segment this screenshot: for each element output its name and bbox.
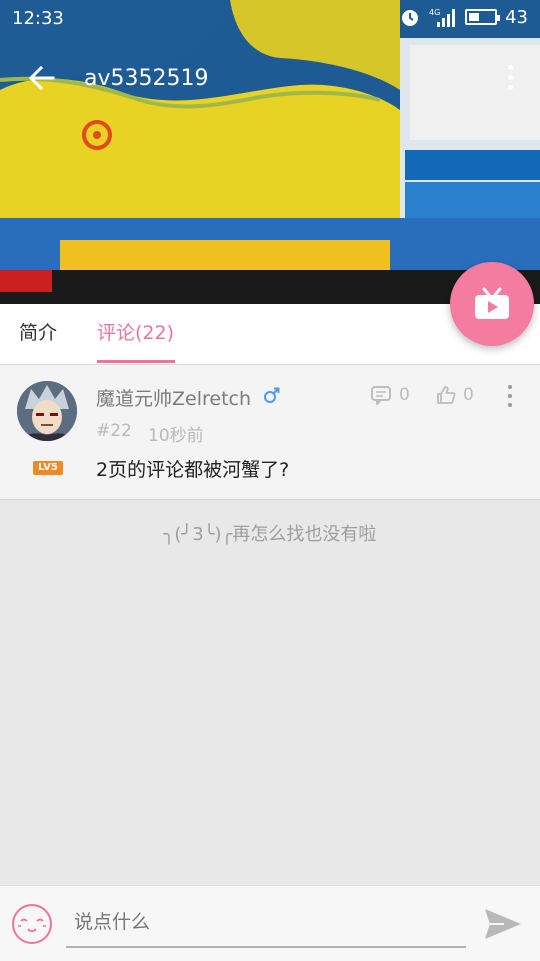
comment-input[interactable]: 说点什么 xyxy=(66,902,466,948)
play-video-fab[interactable] xyxy=(450,262,534,346)
video-header[interactable]: 12:33 4G 43 av5352519 xyxy=(0,0,540,304)
signal-icon: 4G xyxy=(429,8,456,27)
app-bar: av5352519 xyxy=(0,50,540,106)
status-bar: 12:33 4G 43 xyxy=(0,0,540,38)
male-icon xyxy=(264,387,280,403)
comment-item[interactable]: LV5 魔道元帅Zelretch 0 0 #22 10秒前 2页的评论都被河蟹了… xyxy=(0,365,540,500)
emoji-button[interactable] xyxy=(10,902,54,946)
comment-bubble-icon xyxy=(371,386,391,405)
tab-intro[interactable]: 简介 xyxy=(19,304,57,364)
floor-number: #22 xyxy=(96,421,132,441)
battery-percent: 43 xyxy=(505,6,528,28)
tab-indicator xyxy=(97,360,175,363)
thumbs-up-icon xyxy=(437,386,456,404)
more-vert-icon xyxy=(508,385,512,389)
send-icon xyxy=(485,909,521,939)
like-count: 0 xyxy=(463,385,474,405)
no-more-comments-message: ╮(╯3╰)╭再怎么找也没有啦 xyxy=(163,524,377,545)
more-vert-dot xyxy=(508,403,512,407)
more-options-button[interactable] xyxy=(500,62,520,92)
emoji-face-icon xyxy=(12,904,52,944)
network-type: 4G xyxy=(429,8,440,17)
video-thumbnail xyxy=(0,0,540,304)
more-vert-dot xyxy=(508,394,512,398)
like-button[interactable]: 0 xyxy=(436,385,474,405)
back-button[interactable] xyxy=(22,60,62,96)
more-vert-icon xyxy=(507,64,513,70)
status-time: 12:33 xyxy=(12,8,64,29)
tab-comments[interactable]: 评论(22) xyxy=(97,304,174,364)
alarm-icon xyxy=(402,10,419,26)
tv-play-icon xyxy=(475,287,509,319)
comment-time: 10秒前 xyxy=(148,426,204,446)
comment-text: 2页的评论都被河蟹了? xyxy=(96,459,290,481)
send-button[interactable] xyxy=(482,906,524,942)
battery-fill xyxy=(469,13,480,21)
comment-input-bar: 说点什么 xyxy=(0,885,540,961)
status-icons: 4G 43 xyxy=(399,6,528,28)
battery-icon xyxy=(465,9,501,25)
avatar-image xyxy=(17,381,77,441)
arrow-back-icon xyxy=(28,65,55,91)
level-badge: LV5 xyxy=(33,461,63,475)
avatar[interactable] xyxy=(17,381,77,441)
more-vert-dot xyxy=(507,74,513,80)
video-title: av5352519 xyxy=(84,66,209,91)
reply-count: 0 xyxy=(399,385,410,405)
username[interactable]: 魔道元帅Zelretch xyxy=(96,384,251,411)
comment-more-button[interactable] xyxy=(504,385,516,407)
more-vert-dot xyxy=(507,84,513,90)
reply-button[interactable]: 0 xyxy=(370,385,410,405)
